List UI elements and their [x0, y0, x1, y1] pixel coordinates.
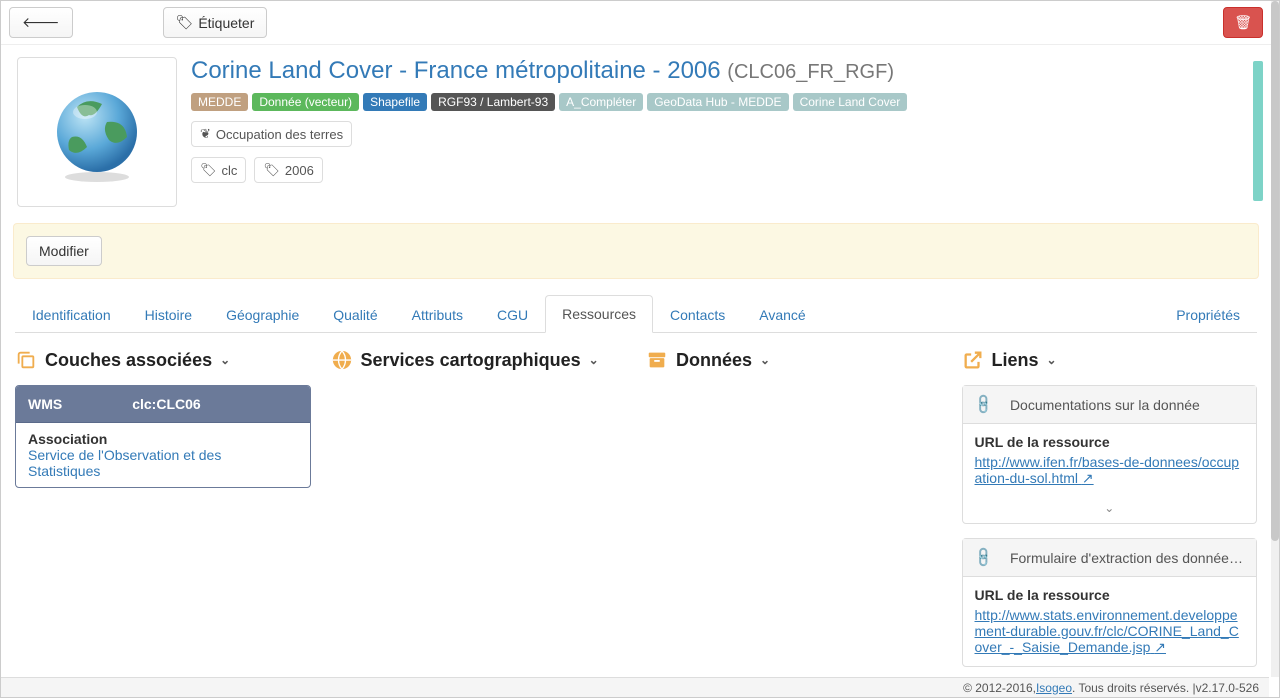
tag-label: clc: [222, 163, 238, 178]
link-card-1[interactable]: 🔗 Documentations sur la donnée URL de la…: [962, 385, 1258, 524]
tab-avance[interactable]: Avancé: [742, 296, 822, 333]
trash-icon: 🗑: [1234, 14, 1252, 31]
tag-label: 2006: [285, 163, 314, 178]
section-services[interactable]: Services cartographiques ⌄: [331, 349, 627, 371]
section-donnees-label: Données: [676, 350, 752, 371]
tab-histoire[interactable]: Histoire: [128, 296, 209, 333]
link2-title: Formulaire d'extraction des données d...: [1010, 550, 1244, 566]
tag-icon: 🏷: [263, 162, 280, 178]
badge[interactable]: MEDDE: [191, 93, 248, 111]
thumbnail: [17, 57, 177, 207]
link1-url-label: URL de la ressource: [975, 434, 1245, 450]
link-icon: 🔗: [971, 545, 995, 569]
title-code: (CLC06_FR_RGF): [727, 61, 894, 83]
badge[interactable]: Shapefile: [363, 93, 427, 111]
layer-name: clc:CLC06: [132, 396, 200, 412]
status-strip: [1253, 61, 1263, 201]
tab-ressources[interactable]: Ressources: [545, 295, 653, 333]
footer-rights: . Tous droits réservés. |: [1072, 681, 1196, 695]
theme-badge[interactable]: ❦ Occupation des terres: [191, 121, 352, 147]
tab-cgu[interactable]: CGU: [480, 296, 545, 333]
external-link-icon: [962, 349, 984, 371]
tab-proprietes[interactable]: Propriétés: [1159, 296, 1257, 333]
page-title: Corine Land Cover - France métropolitain…: [191, 57, 1239, 85]
tab-attributs[interactable]: Attributs: [395, 296, 480, 333]
badge[interactable]: RGF93 / Lambert-93: [431, 93, 555, 111]
assoc-link[interactable]: Service de l'Observation et des Statisti…: [28, 447, 221, 479]
tab-qualite[interactable]: Qualité: [316, 296, 394, 333]
badge[interactable]: A_Compléter: [559, 93, 643, 111]
badge[interactable]: Donnée (vecteur): [252, 93, 359, 111]
delete-button[interactable]: 🗑: [1223, 7, 1263, 38]
badges-row: MEDDEDonnée (vecteur)ShapefileRGF93 / La…: [191, 93, 1239, 111]
badge[interactable]: GeoData Hub - MEDDE: [647, 93, 788, 111]
copy-icon: [15, 349, 37, 371]
link1-url[interactable]: http://www.ifen.fr/bases-de-donnees/occu…: [975, 454, 1240, 486]
tabs: Identification Histoire Géographie Quali…: [15, 295, 1257, 333]
footer: © 2012-2016, Isogeo . Tous droits réserv…: [1, 677, 1269, 697]
arrow-left-icon: 🡐: [22, 14, 60, 31]
alert-box: Modifier: [13, 223, 1259, 279]
chevron-down-icon: ⌄: [1047, 353, 1057, 367]
world-icon: [331, 349, 353, 371]
link-icon: 🔗: [971, 392, 995, 416]
link-card-2[interactable]: 🔗 Formulaire d'extraction des données d.…: [962, 538, 1258, 667]
main-scroll[interactable]: 🡐 🏷 Étiqueter 🗑: [1, 1, 1271, 677]
chevron-down-icon: ⌄: [760, 353, 770, 367]
tab-geographie[interactable]: Géographie: [209, 296, 316, 333]
open-icon: ↗: [1154, 639, 1166, 655]
section-couches[interactable]: Couches associées ⌄: [15, 349, 311, 371]
archive-icon: [646, 349, 668, 371]
back-button[interactable]: 🡐: [9, 7, 73, 38]
section-services-label: Services cartographiques: [361, 350, 581, 371]
topbar: 🡐 🏷 Étiqueter 🗑: [1, 1, 1271, 45]
badge[interactable]: Corine Land Cover: [793, 93, 908, 111]
tag-button[interactable]: 🏷 Étiqueter: [163, 7, 268, 38]
tab-contacts[interactable]: Contacts: [653, 296, 742, 333]
tag-icon: 🏷: [200, 162, 217, 178]
scrollbar[interactable]: [1271, 1, 1279, 677]
footer-version: v2.17.0-526: [1196, 681, 1259, 695]
scrollbar-thumb[interactable]: [1271, 1, 1279, 541]
link2-url-label: URL de la ressource: [975, 587, 1245, 603]
tag-button-label: Étiqueter: [198, 15, 254, 31]
open-icon: ↗: [1082, 470, 1094, 486]
section-liens[interactable]: Liens ⌄: [962, 349, 1258, 371]
modify-label: Modifier: [39, 243, 89, 259]
footer-brand-link[interactable]: Isogeo: [1036, 681, 1072, 695]
modify-button[interactable]: Modifier: [26, 236, 102, 266]
leaf-icon: ❦: [200, 126, 211, 142]
tag-icon: 🏷: [176, 14, 194, 31]
section-liens-label: Liens: [992, 350, 1039, 371]
tab-identification[interactable]: Identification: [15, 296, 128, 333]
section-couches-label: Couches associées: [45, 350, 212, 371]
tag-badge[interactable]: 🏷 clc: [191, 157, 246, 183]
chevron-down-icon: ⌄: [220, 353, 230, 367]
layer-card[interactable]: WMS clc:CLC06 Association Service de l'O…: [15, 385, 311, 488]
link2-url[interactable]: http://www.stats.environnement.developpe…: [975, 607, 1239, 655]
expand-link1[interactable]: ⌄: [963, 497, 1257, 523]
layer-type: WMS: [28, 396, 62, 412]
assoc-label: Association: [28, 431, 298, 447]
tag-badge[interactable]: 🏷 2006: [254, 157, 322, 183]
link1-title: Documentations sur la donnée: [1010, 397, 1200, 413]
theme-label: Occupation des terres: [216, 127, 343, 142]
title-main: Corine Land Cover - France métropolitain…: [191, 57, 721, 84]
tags-row: 🏷 clc 🏷 2006: [191, 157, 1239, 183]
chevron-down-icon: ⌄: [589, 353, 599, 367]
globe-icon: [47, 82, 147, 182]
section-donnees[interactable]: Données ⌄: [646, 349, 942, 371]
footer-copyright: © 2012-2016,: [963, 681, 1036, 695]
